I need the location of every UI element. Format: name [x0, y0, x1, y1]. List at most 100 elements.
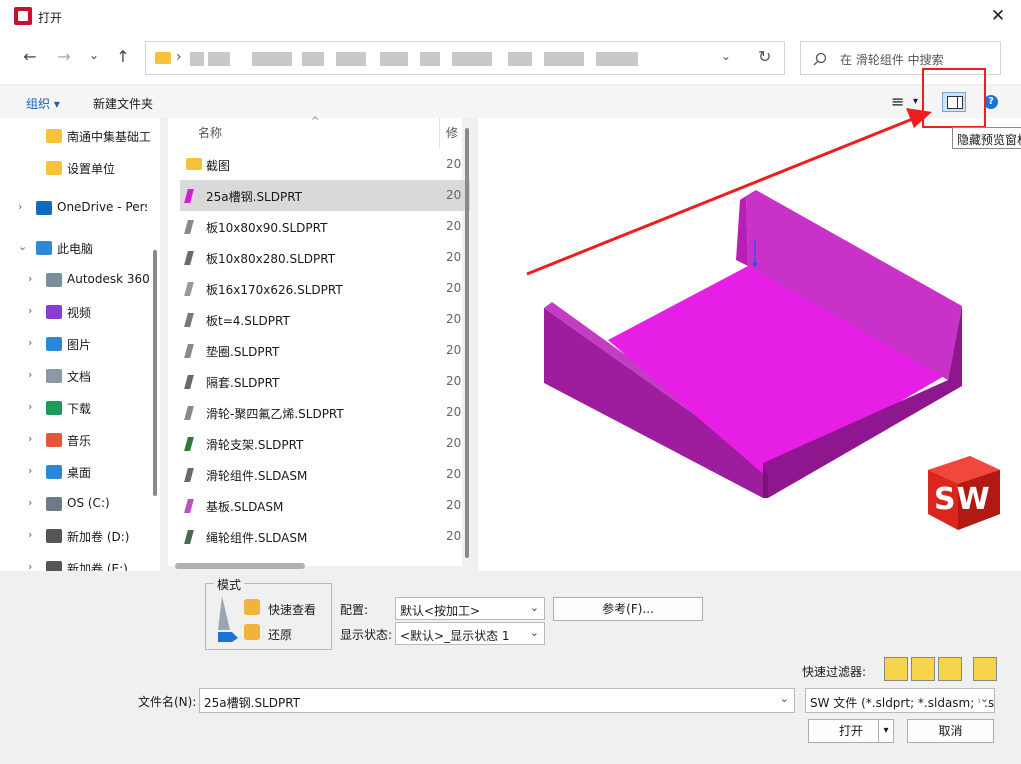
sidebar-item[interactable]: › 图片 [0, 330, 160, 358]
music-icon [46, 433, 62, 447]
file-row[interactable]: 板t=4.SLDPRT 20 [180, 304, 470, 335]
expand-chevron-icon[interactable]: › [28, 496, 32, 509]
sidebar-item[interactable]: 南通中集基础工 [0, 122, 160, 150]
filename-input[interactable]: 25a槽钢.SLDPRT ⌄ [199, 688, 795, 713]
filter-assemblies-icon[interactable] [911, 657, 935, 681]
sidebar-item[interactable]: › Autodesk 360 [0, 266, 160, 294]
breadcrumb[interactable] [190, 52, 640, 66]
sldprt-icon [184, 220, 194, 234]
filter-toplevel-icon[interactable] [973, 657, 997, 681]
file-row[interactable]: 隔套.SLDPRT 20 [180, 366, 470, 397]
video-icon [46, 305, 62, 319]
filelist-scrollbar[interactable] [465, 128, 469, 558]
sldprt-icon [184, 406, 194, 420]
sidebar-item[interactable]: › 音乐 [0, 426, 160, 454]
forward-arrow-icon[interactable]: → [51, 44, 77, 70]
file-date: 20 [446, 467, 462, 481]
expand-chevron-icon[interactable]: › [28, 432, 32, 445]
new-folder-button[interactable]: 新建文件夹 [93, 95, 153, 112]
quick-filter-label: 快速过滤器: [802, 665, 867, 679]
address-dropdown-icon[interactable]: ⌄ [721, 49, 731, 63]
search-input[interactable]: 在 滑轮组件 中搜索 [840, 51, 944, 68]
file-row[interactable]: 25a槽钢.SLDPRT 20 [180, 180, 470, 211]
back-arrow-icon[interactable]: ← [17, 44, 43, 70]
close-icon[interactable]: ✕ [986, 4, 1010, 28]
download-icon [46, 401, 62, 415]
sidebar-item-label: 文档 [67, 370, 92, 384]
refresh-icon[interactable]: ↻ [758, 47, 771, 66]
sidebar-item[interactable]: › OS (C:) [0, 490, 160, 518]
display-state-select[interactable]: <默认>_显示状态 1 ⌄ [395, 622, 545, 645]
chevron-down-icon: ⌄ [529, 626, 539, 639]
file-row[interactable]: 绳轮组件.SLDASM 20 [180, 521, 470, 552]
filetype-select[interactable]: SW 文件 (*.sldprt; *.sldasm; *.slddrw; *.s… [805, 688, 995, 713]
expand-chevron-icon[interactable]: › [28, 304, 32, 317]
sidebar-item-label: OneDrive - Pers [57, 200, 147, 214]
sidebar-item[interactable]: › 桌面 [0, 458, 160, 486]
display-state-value: <默认>_显示状态 1 [400, 629, 510, 643]
filter-parts-icon[interactable] [884, 657, 908, 681]
sidebar-item-label: 此电脑 [57, 242, 94, 256]
file-name: 绳轮组件.SLDASM [206, 531, 308, 545]
sidebar-item[interactable]: › 新加卷 (D:) [0, 522, 160, 550]
expand-chevron-icon[interactable]: › [28, 528, 32, 541]
filename-label: 文件名(N): [138, 695, 197, 709]
file-row[interactable]: 板16x170x626.SLDPRT 20 [180, 273, 470, 304]
folder-icon [186, 158, 202, 170]
sldprt-icon [184, 437, 194, 451]
restore-icon [244, 624, 260, 640]
up-arrow-icon[interactable]: ↑ [110, 44, 136, 70]
sidebar-item-label: Autodesk 360 [67, 272, 150, 286]
file-row[interactable]: 截图 20 [180, 149, 470, 180]
view-dropdown-icon[interactable]: ▾ [913, 96, 918, 107]
file-name: 基板.SLDASM [206, 500, 284, 514]
open-button[interactable]: 打开 ▾ [808, 719, 894, 743]
file-row[interactable]: 板10x80x90.SLDPRT 20 [180, 211, 470, 242]
organize-button[interactable]: 组织 ▾ [26, 95, 60, 112]
sidebar-item[interactable]: ⌄ 此电脑 [0, 234, 160, 262]
file-row[interactable]: 滑轮-聚四氟乙烯.SLDPRT 20 [180, 397, 470, 428]
file-row[interactable]: 滑轮组件.SLDASM 20 [180, 459, 470, 490]
config-select[interactable]: 默认<按加工> ⌄ [395, 597, 545, 620]
column-header-date[interactable]: 修 [446, 124, 458, 141]
config-select-value: 默认<按加工> [400, 604, 481, 618]
sidebar-scrollbar[interactable] [153, 250, 157, 496]
sidebar-item-label: 视频 [67, 306, 92, 320]
expand-chevron-icon[interactable]: › [28, 368, 32, 381]
address-bar[interactable]: › ⌄ ↻ [145, 41, 785, 75]
restore-label[interactable]: 还原 [268, 626, 292, 643]
cancel-button[interactable]: 取消 [907, 719, 994, 743]
file-row[interactable]: 垫圈.SLDPRT 20 [180, 335, 470, 366]
expand-chevron-icon[interactable]: ⌄ [18, 240, 27, 253]
file-row[interactable]: 板10x80x280.SLDPRT 20 [180, 242, 470, 273]
sidebar-item-label: 下载 [67, 402, 92, 416]
sidebar-item[interactable]: › 视频 [0, 298, 160, 326]
view-options-icon[interactable]: ≡ [891, 92, 904, 111]
open-split-icon[interactable]: ▾ [878, 720, 893, 742]
horizontal-scrollbar[interactable] [175, 563, 305, 569]
expand-chevron-icon[interactable]: › [28, 336, 32, 349]
expand-chevron-icon[interactable]: › [28, 272, 32, 285]
file-row[interactable]: 滑轮支架.SLDPRT 20 [180, 428, 470, 459]
sidebar-item[interactable]: › 下载 [0, 394, 160, 422]
drive-icon [46, 497, 62, 511]
sidebar-item-label: 图片 [67, 338, 92, 352]
expand-chevron-icon[interactable]: › [18, 200, 22, 213]
file-date: 20 [446, 405, 462, 419]
file-name: 板10x80x280.SLDPRT [206, 252, 336, 266]
file-date: 20 [446, 250, 462, 264]
sort-ascending-icon: ^ [311, 116, 320, 127]
sidebar-item[interactable]: 设置单位 [0, 154, 160, 182]
file-name: 滑轮-聚四氟乙烯.SLDPRT [206, 407, 344, 421]
reference-button[interactable]: 参考(F)... [553, 597, 703, 621]
quick-view-label[interactable]: 快速查看 [268, 601, 316, 618]
filter-drawings-icon[interactable] [938, 657, 962, 681]
file-row[interactable]: 基板.SLDASM 20 [180, 490, 470, 521]
sidebar-item[interactable]: › 文档 [0, 362, 160, 390]
help-icon[interactable]: ? [984, 95, 998, 109]
expand-chevron-icon[interactable]: › [28, 400, 32, 413]
sidebar-item[interactable]: › OneDrive - Pers [0, 194, 160, 222]
expand-chevron-icon[interactable]: › [28, 464, 32, 477]
recent-locations-icon[interactable]: ⌄ [81, 42, 107, 68]
column-header-name[interactable]: 名称 [198, 124, 222, 141]
